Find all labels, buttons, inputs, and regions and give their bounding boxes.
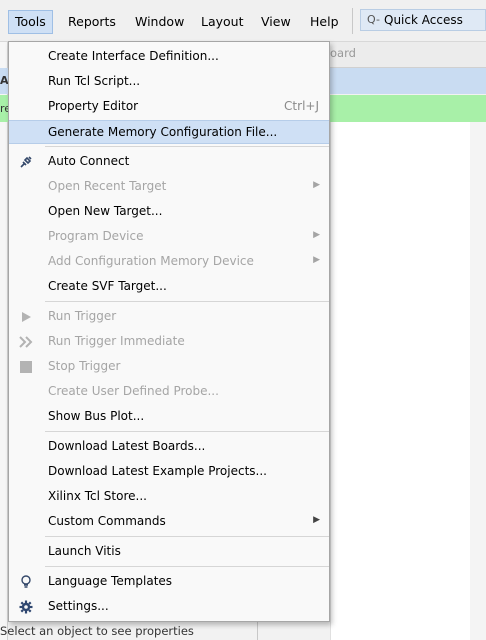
menu-view[interactable]: View bbox=[257, 12, 295, 32]
menu-item-run-tcl-script[interactable]: Run Tcl Script... bbox=[9, 70, 329, 94]
background-divider bbox=[257, 622, 258, 640]
menu-window[interactable]: Window bbox=[131, 12, 188, 32]
stop-icon bbox=[17, 358, 35, 376]
menu-item-label: Run Trigger bbox=[48, 309, 117, 323]
menubar-separator bbox=[352, 8, 353, 34]
menu-item-label: Language Templates bbox=[48, 574, 173, 588]
menu-item-xilinx-tcl-store[interactable]: Xilinx Tcl Store... bbox=[9, 485, 329, 509]
quick-access-placeholder: Quick Access bbox=[384, 13, 463, 27]
menu-item-program-device[interactable]: Program Device ▶ bbox=[9, 225, 329, 249]
menu-item-settings[interactable]: Settings... bbox=[9, 595, 329, 619]
gear-icon bbox=[17, 598, 35, 616]
menu-item-label: Download Latest Boards... bbox=[48, 439, 206, 453]
left-panel bbox=[0, 42, 8, 640]
submenu-arrow-icon: ▶ bbox=[313, 515, 320, 525]
submenu-arrow-icon: ▶ bbox=[313, 255, 320, 265]
properties-status-text: Select an object to see properties bbox=[0, 624, 194, 638]
menu-item-create-interface-definition[interactable]: Create Interface Definition... bbox=[9, 45, 329, 69]
menu-item-run-trigger-immediate[interactable]: Run Trigger Immediate bbox=[9, 330, 329, 354]
menu-item-label: Auto Connect bbox=[48, 154, 130, 168]
menu-item-shortcut: Ctrl+J bbox=[284, 99, 319, 113]
menu-item-auto-connect[interactable]: Auto Connect bbox=[9, 150, 329, 174]
menu-item-label: Create SVF Target... bbox=[48, 279, 167, 293]
menu-item-label: Create Interface Definition... bbox=[48, 49, 219, 63]
menu-item-label: Show Bus Plot... bbox=[48, 409, 145, 423]
lightbulb-icon bbox=[17, 573, 35, 591]
menu-item-label: Run Trigger Immediate bbox=[48, 334, 185, 348]
submenu-arrow-icon: ▶ bbox=[313, 180, 320, 190]
menu-item-add-configuration-memory-device[interactable]: Add Configuration Memory Device ▶ bbox=[9, 250, 329, 274]
menu-item-label: Settings... bbox=[48, 599, 109, 613]
menu-item-label: Program Device bbox=[48, 229, 144, 243]
background-right-panel bbox=[330, 122, 486, 640]
submenu-arrow-icon: ▶ bbox=[313, 230, 320, 240]
menu-item-label: Open Recent Target bbox=[48, 179, 167, 193]
play-icon bbox=[17, 308, 35, 326]
menu-item-stop-trigger[interactable]: Stop Trigger bbox=[9, 355, 329, 379]
menu-divider bbox=[45, 431, 329, 432]
quick-access-input[interactable]: Q- Quick Access bbox=[360, 9, 486, 31]
menu-bar: Tools Reports Window Layout View Help Q-… bbox=[0, 0, 486, 42]
menu-help[interactable]: Help bbox=[306, 12, 343, 32]
menu-item-download-latest-example-projects[interactable]: Download Latest Example Projects... bbox=[9, 460, 329, 484]
menu-item-language-templates[interactable]: Language Templates bbox=[9, 570, 329, 594]
menu-item-launch-vitis[interactable]: Launch Vitis bbox=[9, 540, 329, 564]
menu-item-label: Generate Memory Configuration File... bbox=[48, 125, 278, 139]
search-icon: Q- bbox=[367, 13, 380, 26]
menu-item-label: Download Latest Example Projects... bbox=[48, 464, 267, 478]
menu-item-generate-memory-configuration-file[interactable]: Generate Memory Configuration File... bbox=[9, 120, 329, 144]
background-tab-label: oard bbox=[330, 46, 356, 60]
background-right-column bbox=[470, 122, 486, 640]
menu-layout[interactable]: Layout bbox=[197, 12, 248, 32]
menu-item-label: Launch Vitis bbox=[48, 544, 121, 558]
menu-item-label: Xilinx Tcl Store... bbox=[48, 489, 147, 503]
menu-item-custom-commands[interactable]: Custom Commands ▶ bbox=[9, 510, 329, 534]
menu-divider bbox=[45, 146, 329, 147]
menu-item-open-new-target[interactable]: Open New Target... bbox=[9, 200, 329, 224]
menu-item-property-editor[interactable]: Property Editor Ctrl+J bbox=[9, 95, 329, 119]
menu-item-label: Stop Trigger bbox=[48, 359, 121, 373]
menu-item-label: Property Editor bbox=[48, 99, 139, 113]
menu-item-download-latest-boards[interactable]: Download Latest Boards... bbox=[9, 435, 329, 459]
menu-divider bbox=[45, 566, 329, 567]
fast-forward-icon bbox=[17, 333, 35, 351]
menu-item-label: Run Tcl Script... bbox=[48, 74, 141, 88]
menu-item-show-bus-plot[interactable]: Show Bus Plot... bbox=[9, 405, 329, 429]
menu-divider bbox=[45, 536, 329, 537]
menu-item-run-trigger[interactable]: Run Trigger bbox=[9, 305, 329, 329]
menu-item-label: Open New Target... bbox=[48, 204, 163, 218]
menu-divider bbox=[45, 301, 329, 302]
menu-item-label: Create User Defined Probe... bbox=[48, 384, 219, 398]
auto-connect-icon bbox=[17, 153, 35, 171]
menu-item-open-recent-target[interactable]: Open Recent Target ▶ bbox=[9, 175, 329, 199]
tools-menu: Create Interface Definition... Run Tcl S… bbox=[8, 41, 330, 622]
menu-item-create-user-defined-probe[interactable]: Create User Defined Probe... bbox=[9, 380, 329, 404]
menu-item-label: Custom Commands bbox=[48, 514, 166, 528]
menu-item-create-svf-target[interactable]: Create SVF Target... bbox=[9, 275, 329, 299]
menu-tools[interactable]: Tools bbox=[8, 10, 53, 34]
menu-item-label: Add Configuration Memory Device bbox=[48, 254, 254, 268]
menu-reports[interactable]: Reports bbox=[64, 12, 120, 32]
